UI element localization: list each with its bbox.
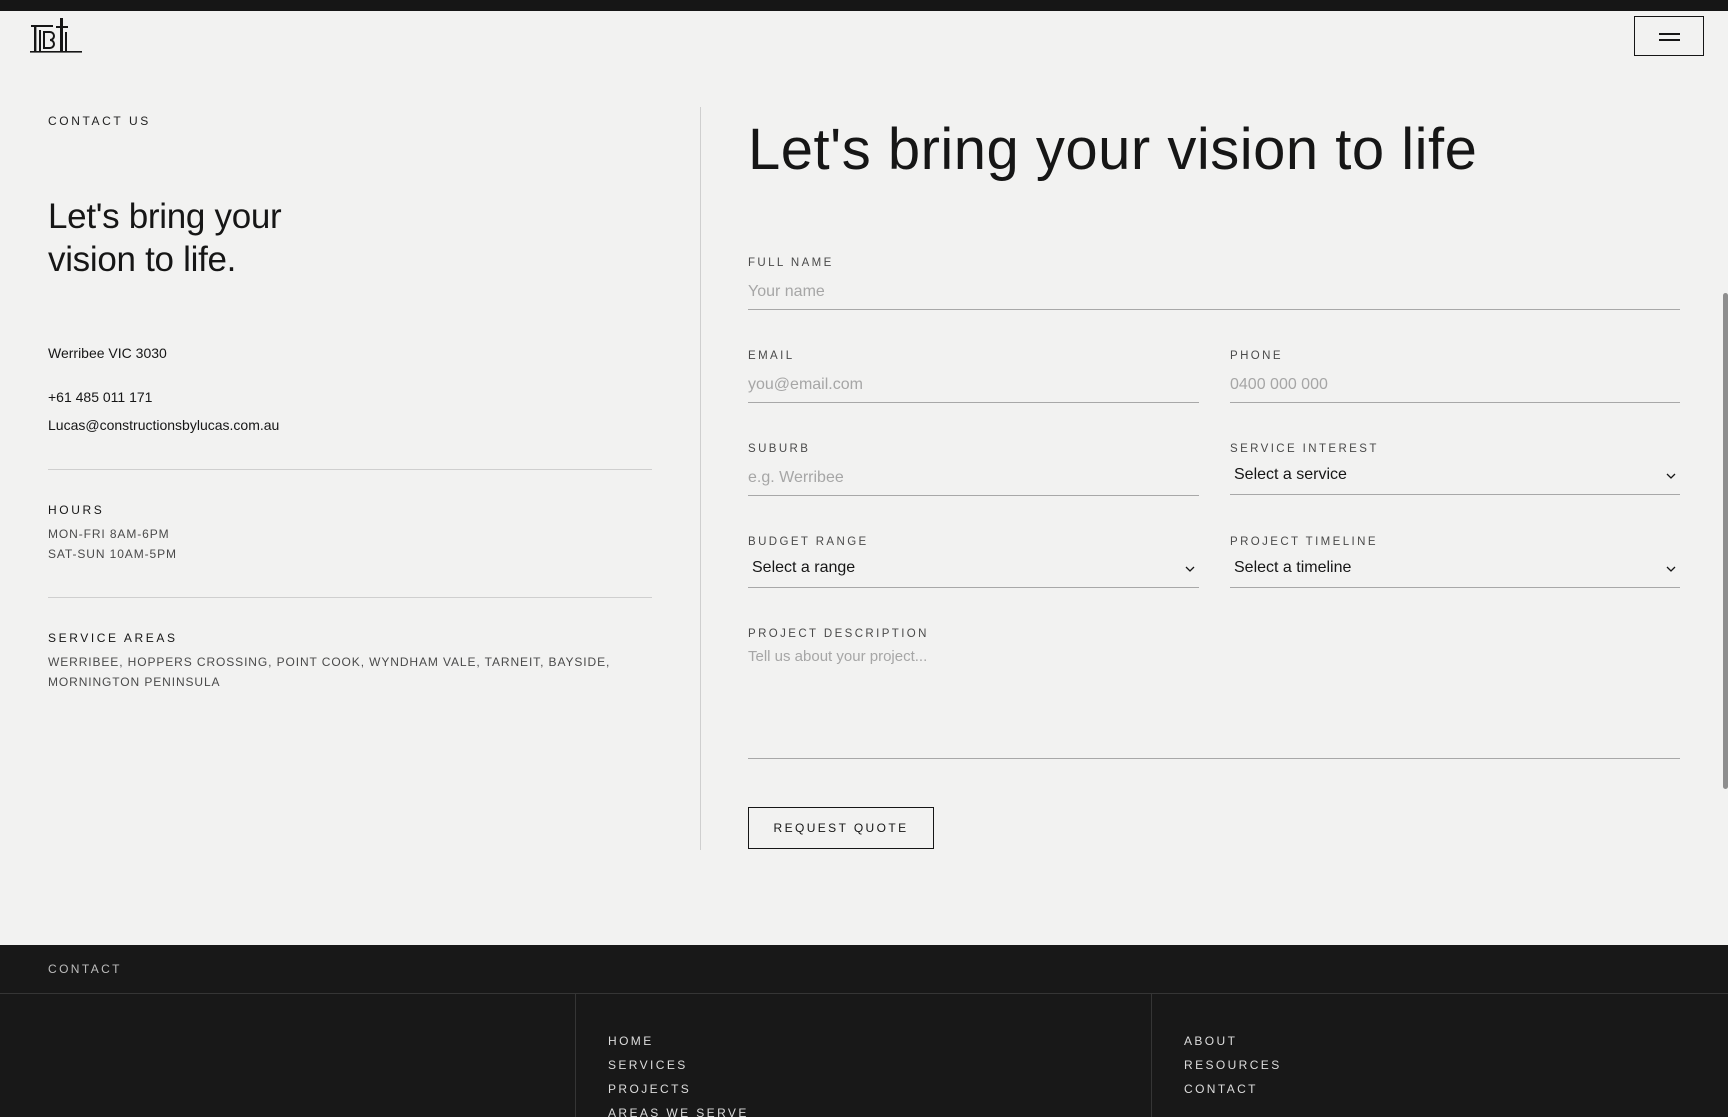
service-interest-value: Select a service (1234, 466, 1347, 483)
footer-link-projects[interactable]: PROJECTS (608, 1077, 749, 1101)
footer-link-contact[interactable]: CONTACT (1184, 1077, 1282, 1101)
divider (48, 597, 652, 598)
full-name-label: FULL NAME (748, 257, 834, 269)
chevron-down-icon (1185, 566, 1195, 572)
footer-link-home[interactable]: HOME (608, 1029, 749, 1053)
column-divider (700, 107, 701, 850)
hamburger-icon (1659, 33, 1680, 35)
chevron-down-icon (1666, 566, 1676, 572)
logo[interactable] (30, 18, 82, 54)
budget-range-label: BUDGET RANGE (748, 536, 869, 548)
full-name-input[interactable] (748, 274, 1680, 310)
hours-weekend: SAT-SUN 10AM-5PM (48, 547, 177, 561)
menu-button[interactable] (1634, 16, 1704, 56)
footer-link-areas[interactable]: AREAS WE SERVE (608, 1101, 749, 1117)
footer-contact-label: CONTACT (48, 962, 122, 976)
suburb-input[interactable] (748, 460, 1199, 496)
footer-link-services[interactable]: SERVICES (608, 1053, 749, 1077)
email-input[interactable] (748, 367, 1199, 403)
service-areas-title: SERVICE AREAS (48, 631, 178, 645)
form-heading: Let's bring your vision to life (748, 117, 1478, 182)
service-interest-label: SERVICE INTEREST (1230, 443, 1379, 455)
phone-input[interactable] (1230, 367, 1680, 403)
suburb-label: SUBURB (748, 443, 811, 455)
hours-weekday: MON-FRI 8AM-6PM (48, 527, 170, 541)
footer-nav-primary: HOME SERVICES PROJECTS AREAS WE SERVE (608, 1029, 749, 1117)
project-description-label: PROJECT DESCRIPTION (748, 628, 929, 640)
budget-range-value: Select a range (752, 559, 856, 576)
phone-link[interactable]: +61 485 011 171 (48, 389, 152, 405)
project-timeline-label: PROJECT TIMELINE (1230, 536, 1378, 548)
phone-label: PHONE (1230, 350, 1283, 362)
address: Werribee VIC 3030 (48, 345, 167, 361)
divider (48, 469, 652, 470)
footer-link-resources[interactable]: RESOURCES (1184, 1053, 1282, 1077)
footer-column-divider (1151, 994, 1152, 1117)
email-link[interactable]: Lucas@constructionsbylucas.com.au (48, 417, 279, 433)
service-interest-select[interactable]: Select a service (1230, 459, 1680, 495)
scrollbar-thumb[interactable] (1723, 293, 1728, 789)
footer-divider (0, 993, 1728, 994)
budget-range-select[interactable]: Select a range (748, 552, 1199, 588)
project-description-input[interactable] (748, 648, 1680, 759)
project-timeline-select[interactable]: Select a timeline (1230, 552, 1680, 588)
email-label: EMAIL (748, 350, 795, 362)
service-areas-list: WERRIBEE, HOPPERS CROSSING, POINT COOK, … (48, 655, 611, 689)
footer-link-about[interactable]: ABOUT (1184, 1029, 1282, 1053)
hamburger-icon-line (1659, 39, 1680, 41)
top-bar (0, 0, 1728, 11)
chevron-down-icon (1666, 473, 1676, 479)
contact-heading: Let's bring your vision to life. (48, 197, 282, 279)
footer-nav-secondary: ABOUT RESOURCES CONTACT (1184, 1029, 1282, 1101)
hours-title: HOURS (48, 503, 105, 517)
request-quote-button[interactable]: REQUEST QUOTE (748, 807, 934, 849)
footer: CONTACT HOME SERVICES PROJECTS AREAS WE … (0, 945, 1728, 1117)
footer-column-divider (575, 994, 576, 1117)
contact-eyebrow: CONTACT US (48, 114, 151, 128)
project-timeline-value: Select a timeline (1234, 559, 1352, 576)
